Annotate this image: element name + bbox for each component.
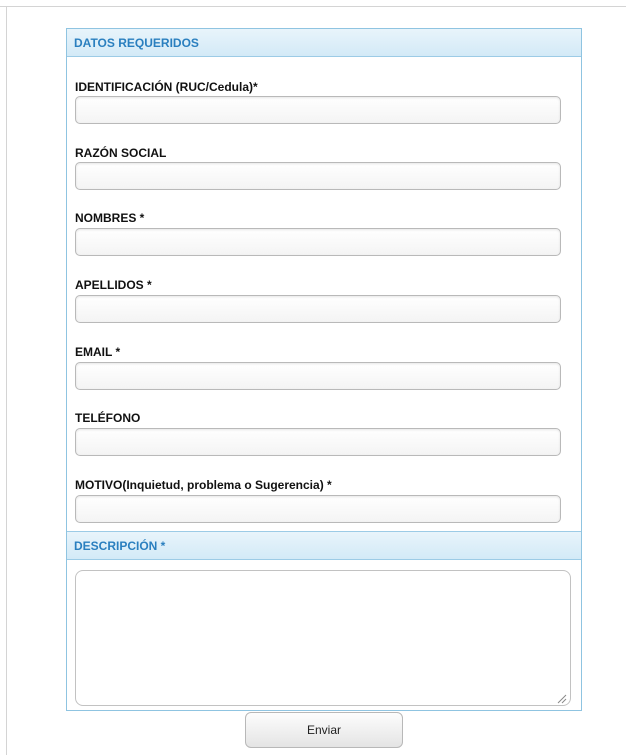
label-email: EMAIL *	[75, 345, 121, 359]
label-identificacion: IDENTIFICACIÓN (RUC/Cedula)*	[75, 80, 258, 94]
label-apellidos: APELLIDOS *	[75, 278, 152, 292]
contact-form-panel: DATOS REQUERIDOS IDENTIFICACIÓN (RUC/Ced…	[66, 28, 582, 711]
section-header-required: DATOS REQUERIDOS	[67, 29, 581, 57]
label-telefono: TELÉFONO	[75, 411, 141, 425]
label-nombres: NOMBRES *	[75, 211, 145, 225]
label-motivo: MOTIVO(Inquietud, problema o Sugerencia)…	[75, 478, 332, 492]
frame-top-border	[0, 6, 626, 7]
section-header-description: DESCRIPCIÓN *	[67, 531, 581, 560]
label-razon-social: RAZÓN SOCIAL	[75, 146, 167, 160]
email-input[interactable]	[75, 362, 561, 390]
razon-social-input[interactable]	[75, 162, 561, 190]
identificacion-input[interactable]	[75, 96, 561, 124]
nombres-input[interactable]	[75, 228, 561, 256]
motivo-input[interactable]	[75, 495, 561, 523]
apellidos-input[interactable]	[75, 295, 561, 323]
frame-left-border	[6, 6, 7, 755]
resize-grip-icon[interactable]	[555, 692, 567, 704]
telefono-input[interactable]	[75, 428, 561, 456]
submit-button[interactable]: Enviar	[245, 712, 403, 748]
descripcion-textarea[interactable]	[75, 570, 571, 706]
